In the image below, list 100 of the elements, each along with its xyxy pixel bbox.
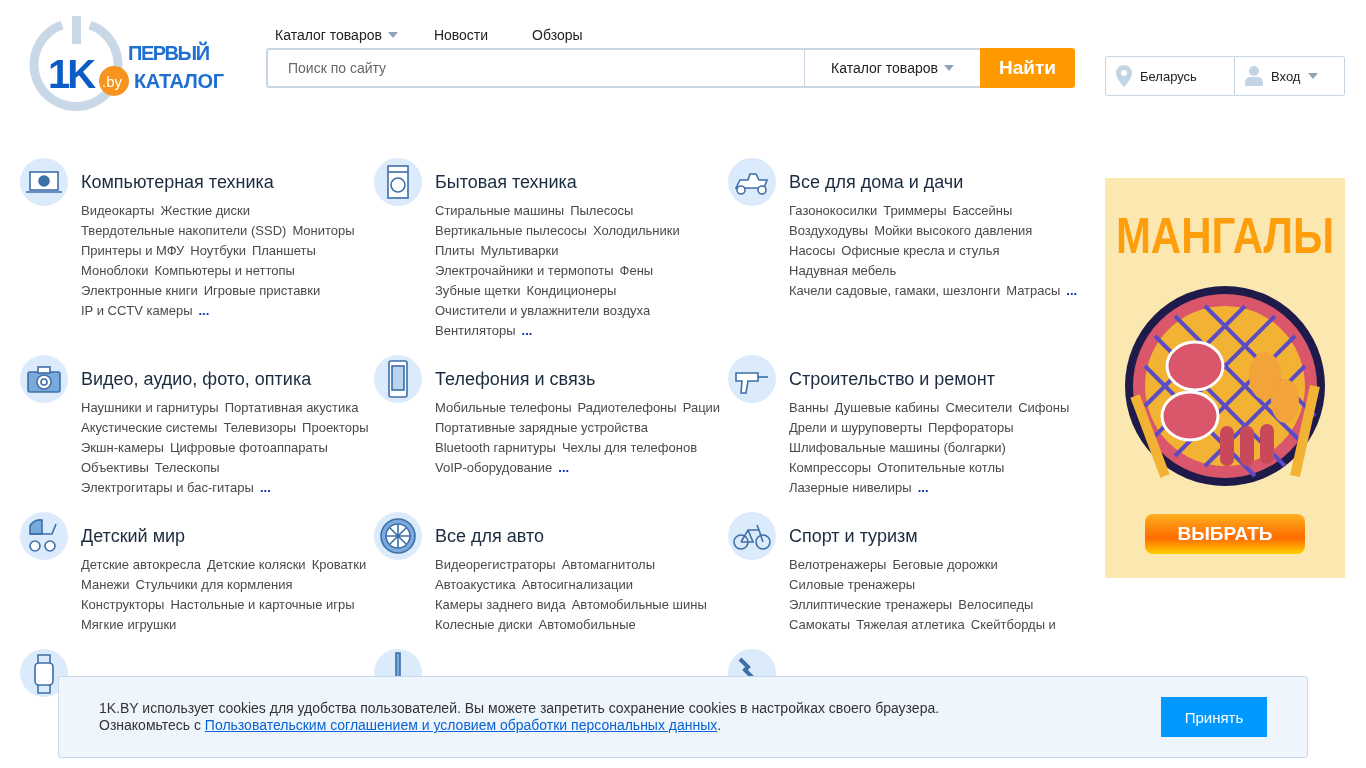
subcategory-link[interactable]: Компьютеры и неттопы — [154, 261, 295, 281]
subcategory-link[interactable]: Самокаты — [789, 615, 851, 635]
camera-icon[interactable] — [20, 355, 68, 403]
subcategory-link[interactable]: Матрасы — [1006, 281, 1061, 301]
stroller-icon[interactable] — [20, 512, 68, 560]
subcategory-link[interactable]: Видеокарты — [81, 201, 155, 221]
subcategory-link[interactable]: Автомобильные шины — [571, 595, 707, 615]
category-title[interactable]: Детский мир — [81, 525, 371, 547]
subcategory-link[interactable]: Сифоны — [1018, 398, 1070, 418]
subcategory-link[interactable]: Офисные кресла и стулья — [841, 241, 1000, 261]
subcategory-link[interactable]: Воздуходувы — [789, 221, 869, 241]
category-title[interactable]: Строительство и ремонт — [789, 368, 1079, 390]
subcategory-link[interactable]: Автосигнализации — [521, 575, 633, 595]
subcategory-link[interactable]: Беговые дорожки — [892, 555, 998, 575]
subcategory-link[interactable]: Силовые тренажеры — [789, 575, 916, 595]
category-title[interactable]: Бытовая техника — [435, 171, 725, 193]
subcategory-link[interactable]: Экшн-камеры — [81, 438, 164, 458]
region-selector[interactable]: Беларусь — [1105, 56, 1235, 96]
subcategory-link[interactable]: Газонокосилки — [789, 201, 878, 221]
subcategory-link[interactable]: Смесители — [945, 398, 1013, 418]
nav-link[interactable]: Обзоры — [532, 22, 583, 48]
more-link[interactable]: ... — [558, 458, 570, 478]
more-link[interactable]: ... — [1066, 281, 1078, 301]
subcategory-link[interactable]: Автоакустика — [435, 575, 516, 595]
subcategory-link[interactable]: Скейтборды и — [970, 615, 1056, 635]
subcategory-link[interactable]: Электрочайники и термопоты — [435, 261, 614, 281]
wheel-icon[interactable] — [374, 512, 422, 560]
more-link[interactable]: ... — [917, 478, 929, 498]
subcategory-link[interactable]: Стиральные машины — [435, 201, 565, 221]
subcategory-link[interactable]: Тяжелая атлетика — [856, 615, 965, 635]
subcategory-link[interactable]: Лазерные нивелиры — [789, 478, 912, 498]
subcategory-link[interactable]: Холодильники — [592, 221, 680, 241]
subcategory-link[interactable]: Отопительные котлы — [877, 458, 1005, 478]
category-title[interactable]: Видео, аудио, фото, оптика — [81, 368, 371, 390]
subcategory-link[interactable]: Насосы — [789, 241, 836, 261]
subcategory-link[interactable]: Шлифовальные машины (болгарки) — [789, 438, 1006, 458]
subcategory-link[interactable]: Детские коляски — [207, 555, 306, 575]
drill-icon[interactable] — [728, 355, 776, 403]
subcategory-link[interactable]: Мойки высокого давления — [874, 221, 1033, 241]
subcategory-link[interactable]: Портативная акустика — [224, 398, 359, 418]
subcategory-link[interactable]: Мультиварки — [480, 241, 559, 261]
search-field[interactable]: Поиск по сайту — [266, 48, 805, 88]
subcategory-link[interactable]: Манежи — [81, 575, 130, 595]
subcategory-link[interactable]: Душевые кабины — [834, 398, 940, 418]
subcategory-link[interactable]: Наушники и гарнитуры — [81, 398, 219, 418]
subcategory-link[interactable]: Мобильные телефоны — [435, 398, 572, 418]
subcategory-link[interactable]: Велотренажеры — [789, 555, 887, 575]
subcategory-link[interactable]: Рации — [682, 398, 721, 418]
subcategory-link[interactable]: Триммеры — [883, 201, 947, 221]
category-title[interactable]: Телефония и связь — [435, 368, 725, 390]
subcategory-link[interactable]: Ноутбуки — [190, 241, 246, 261]
subcategory-link[interactable]: Видеорегистраторы — [435, 555, 556, 575]
subcategory-link[interactable]: Объективы — [81, 458, 149, 478]
logo[interactable]: 1K .by ПЕРВЫЙ КАТАЛОГ — [28, 14, 228, 114]
subcategory-link[interactable]: Перфораторы — [928, 418, 1014, 438]
subcategory-link[interactable]: Bluetooth гарнитуры — [435, 438, 556, 458]
subcategory-link[interactable]: VoIP-оборудование — [435, 458, 553, 478]
subcategory-link[interactable]: Конструкторы — [81, 595, 165, 615]
subcategory-link[interactable]: Телескопы — [154, 458, 220, 478]
category-title[interactable]: Все для авто — [435, 525, 725, 547]
subcategory-link[interactable]: Радиотелефоны — [577, 398, 677, 418]
subcategory-link[interactable]: Кондиционеры — [526, 281, 617, 301]
subcategory-link[interactable]: Камеры заднего вида — [435, 595, 566, 615]
subcategory-link[interactable]: Вентиляторы — [435, 321, 516, 341]
subcategory-link[interactable]: Планшеты — [251, 241, 316, 261]
subcategory-link[interactable]: Настольные и карточные игры — [170, 595, 355, 615]
subcategory-link[interactable]: Мягкие игрушки — [81, 615, 177, 635]
subcategory-link[interactable]: Портативные зарядные устройства — [435, 418, 648, 438]
subcategory-link[interactable]: IP и CCTV камеры — [81, 301, 193, 321]
subcategory-link[interactable]: Автомобильные — [538, 615, 636, 635]
subcategory-link[interactable]: Качели садовые, гамаки, шезлонги — [789, 281, 1001, 301]
subcategory-link[interactable]: Очистители и увлажнители воздуха — [435, 301, 651, 321]
subcategory-link[interactable]: Автомагнитолы — [561, 555, 656, 575]
subcategory-link[interactable]: Вертикальные пылесосы — [435, 221, 587, 241]
subcategory-link[interactable]: Принтеры и МФУ — [81, 241, 185, 261]
subcategory-link[interactable]: Компрессоры — [789, 458, 872, 478]
nav-link[interactable]: Новости — [433, 22, 489, 48]
subcategory-link[interactable]: Фены — [619, 261, 654, 281]
subcategory-link[interactable]: Электрогитары и бас-гитары — [81, 478, 254, 498]
nav-link[interactable]: Каталог товаров — [275, 22, 398, 48]
subcategory-link[interactable]: Эллиптические тренажеры — [789, 595, 953, 615]
subcategory-link[interactable]: Дрели и шуруповерты — [789, 418, 923, 438]
subcategory-link[interactable]: Телевизоры — [223, 418, 297, 438]
category-dropdown[interactable]: Каталог товаров — [805, 48, 980, 88]
subcategory-link[interactable]: Стульчики для кормления — [135, 575, 293, 595]
subcategory-link[interactable]: Чехлы для телефонов — [561, 438, 698, 458]
subcategory-link[interactable]: Колесные диски — [435, 615, 533, 635]
login-button[interactable]: Вход — [1235, 56, 1345, 96]
category-title[interactable]: Компьютерная техника — [81, 171, 371, 193]
more-link[interactable]: ... — [259, 478, 271, 498]
subcategory-link[interactable]: Плиты — [435, 241, 475, 261]
subcategory-link[interactable]: Моноблоки — [81, 261, 149, 281]
subcategory-link[interactable]: Надувная мебель — [789, 261, 897, 281]
mower-icon[interactable] — [728, 158, 776, 206]
laptop-icon[interactable] — [20, 158, 68, 206]
subcategory-link[interactable]: Кроватки — [311, 555, 367, 575]
subcategory-link[interactable]: Зубные щетки — [435, 281, 521, 301]
subcategory-link[interactable]: Цифровые фотоаппараты — [169, 438, 328, 458]
subcategory-link[interactable]: Детские автокресла — [81, 555, 202, 575]
subcategory-link[interactable]: Игровые приставки — [203, 281, 321, 301]
